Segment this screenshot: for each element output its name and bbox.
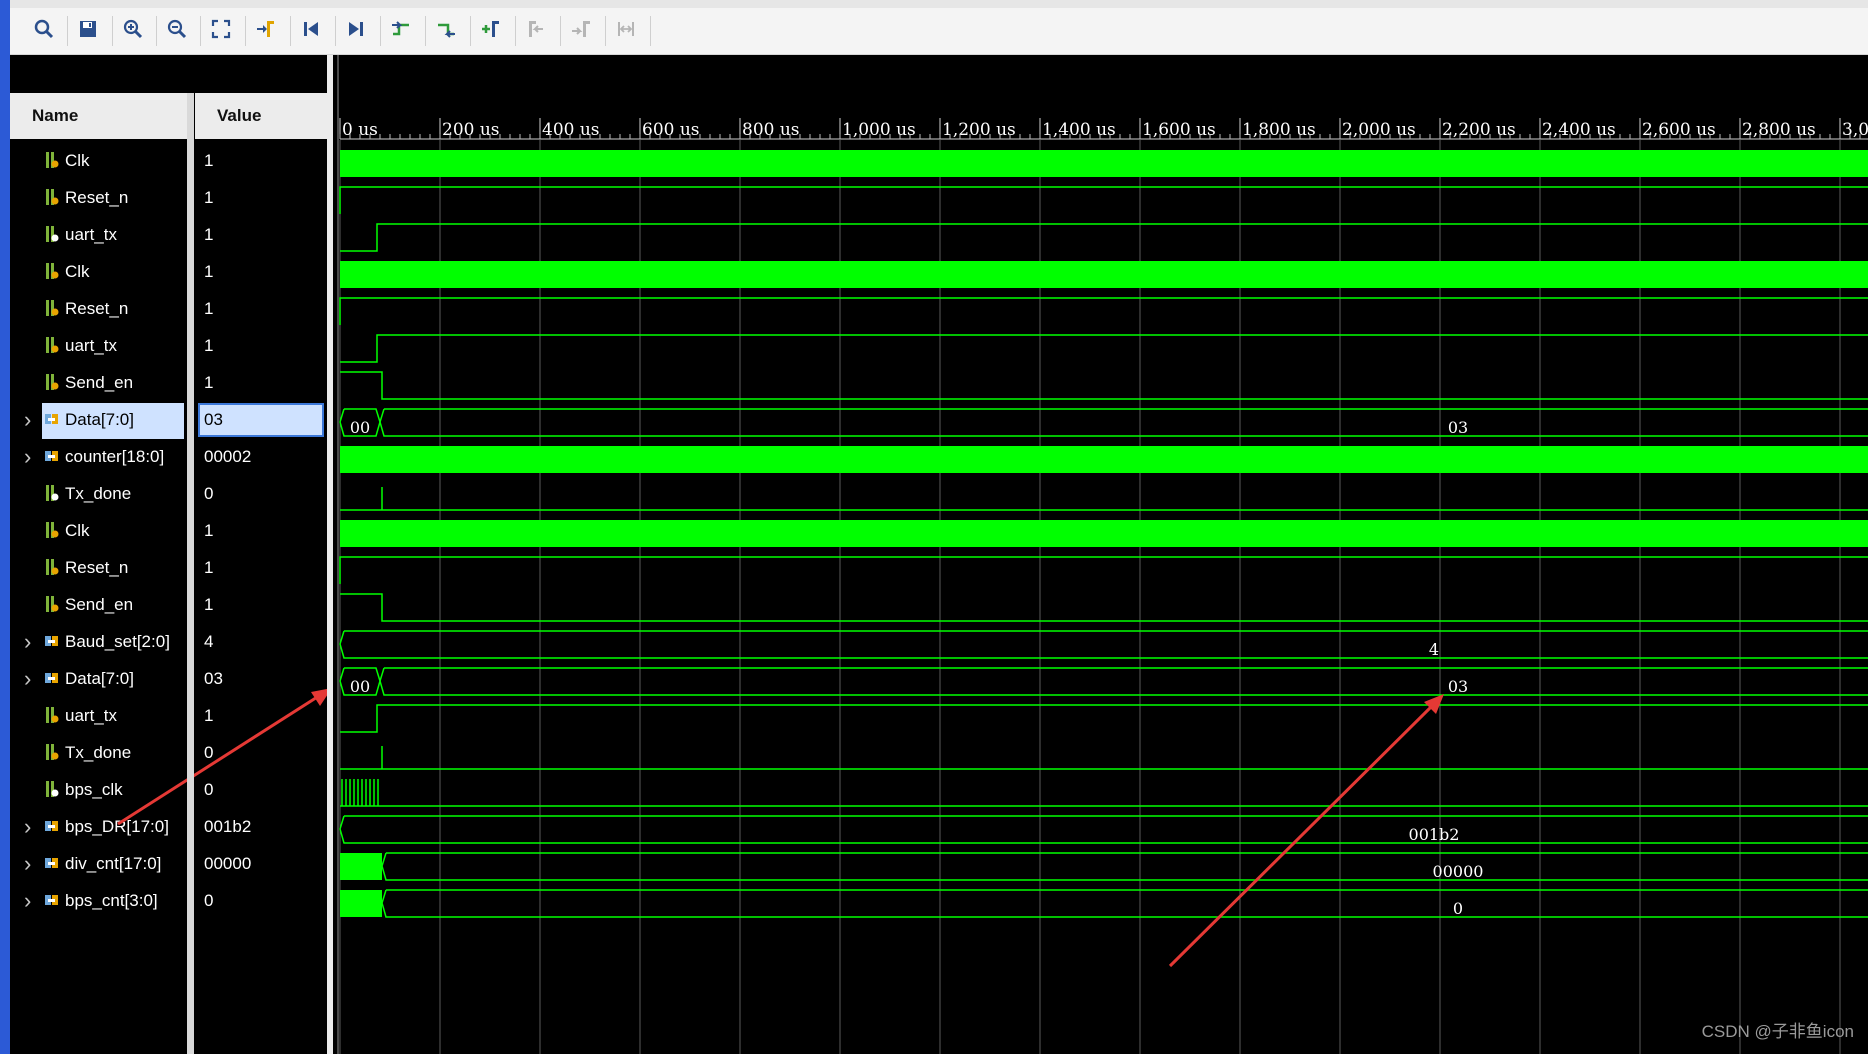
clk-wave (340, 261, 1868, 288)
name-value-divider (187, 93, 194, 1054)
annotation-arrow-line (1168, 704, 1434, 968)
div-cnt-bus-wave-segment (381, 852, 1868, 881)
reset-n-wave (339, 297, 1868, 325)
time-axis-label: 200 us (442, 120, 500, 140)
div-cnt-bus-wave-activity (340, 853, 382, 880)
time-axis-label: 2,000 us (1342, 120, 1416, 140)
data-bus-wave-value-label: 00 (350, 677, 370, 696)
data-bus-wave-value-label: 03 (1448, 418, 1468, 437)
bps-dr-bus-wave-segment (339, 815, 1868, 844)
time-axis-label: 2,200 us (1442, 120, 1516, 140)
counter-wave (340, 446, 1868, 473)
clk-wave (340, 150, 1868, 177)
bps-cnt-bus-wave-value-label: 0 (1453, 899, 1463, 918)
data-bus-wave-value-label: 00 (350, 418, 370, 437)
bps-cnt-bus-wave-activity (340, 890, 382, 917)
time-axis-label: 400 us (542, 120, 600, 140)
clk-wave (340, 520, 1868, 547)
reset-n-wave (339, 556, 1868, 584)
time-axis-label: 2,600 us (1642, 120, 1716, 140)
waveform-canvas[interactable]: 0 us 200 us 400 us 600 us 800 us 1,000 us 1,20… (0, 0, 1868, 1054)
baud-set-bus-wave-segment (339, 630, 1868, 659)
panel-splitter (327, 55, 333, 1054)
time-axis-label: 3,0 (1842, 120, 1868, 140)
uart-tx-wave (340, 223, 1868, 252)
bps-dr-bus-wave-value-label: 001b2 (1409, 825, 1460, 844)
data-bus-wave-value-label: 03 (1448, 677, 1468, 696)
time-axis-label: 800 us (742, 120, 800, 140)
send-en-wave (340, 371, 1868, 400)
wave-panel-left-border (337, 55, 339, 1054)
uart-tx-wave (340, 704, 1868, 733)
data-bus-wave-segment (379, 408, 1868, 437)
watermark: CSDN @子非鱼icon (1701, 1022, 1854, 1041)
time-axis-label: 2,400 us (1542, 120, 1616, 140)
uart-tx-wave (340, 334, 1868, 363)
time-axis-label: 1,200 us (942, 120, 1016, 140)
time-axis-label: 600 us (642, 120, 700, 140)
annotation-arrow-line (117, 692, 323, 826)
send-en-wave (340, 593, 1868, 622)
bps-cnt-bus-wave-segment (381, 889, 1868, 918)
time-axis-label: 1,800 us (1242, 120, 1316, 140)
time-axis-label: 1,600 us (1142, 120, 1216, 140)
data-bus-wave-segment (379, 667, 1868, 696)
div-cnt-bus-wave-value-label: 00000 (1433, 862, 1484, 881)
baud-set-bus-wave-value-label: 4 (1429, 640, 1439, 659)
time-axis-label: 1,000 us (842, 120, 916, 140)
reset-n-wave (339, 186, 1868, 214)
time-axis-label: 1,400 us (1042, 120, 1116, 140)
time-axis-label: 2,800 us (1742, 120, 1816, 140)
